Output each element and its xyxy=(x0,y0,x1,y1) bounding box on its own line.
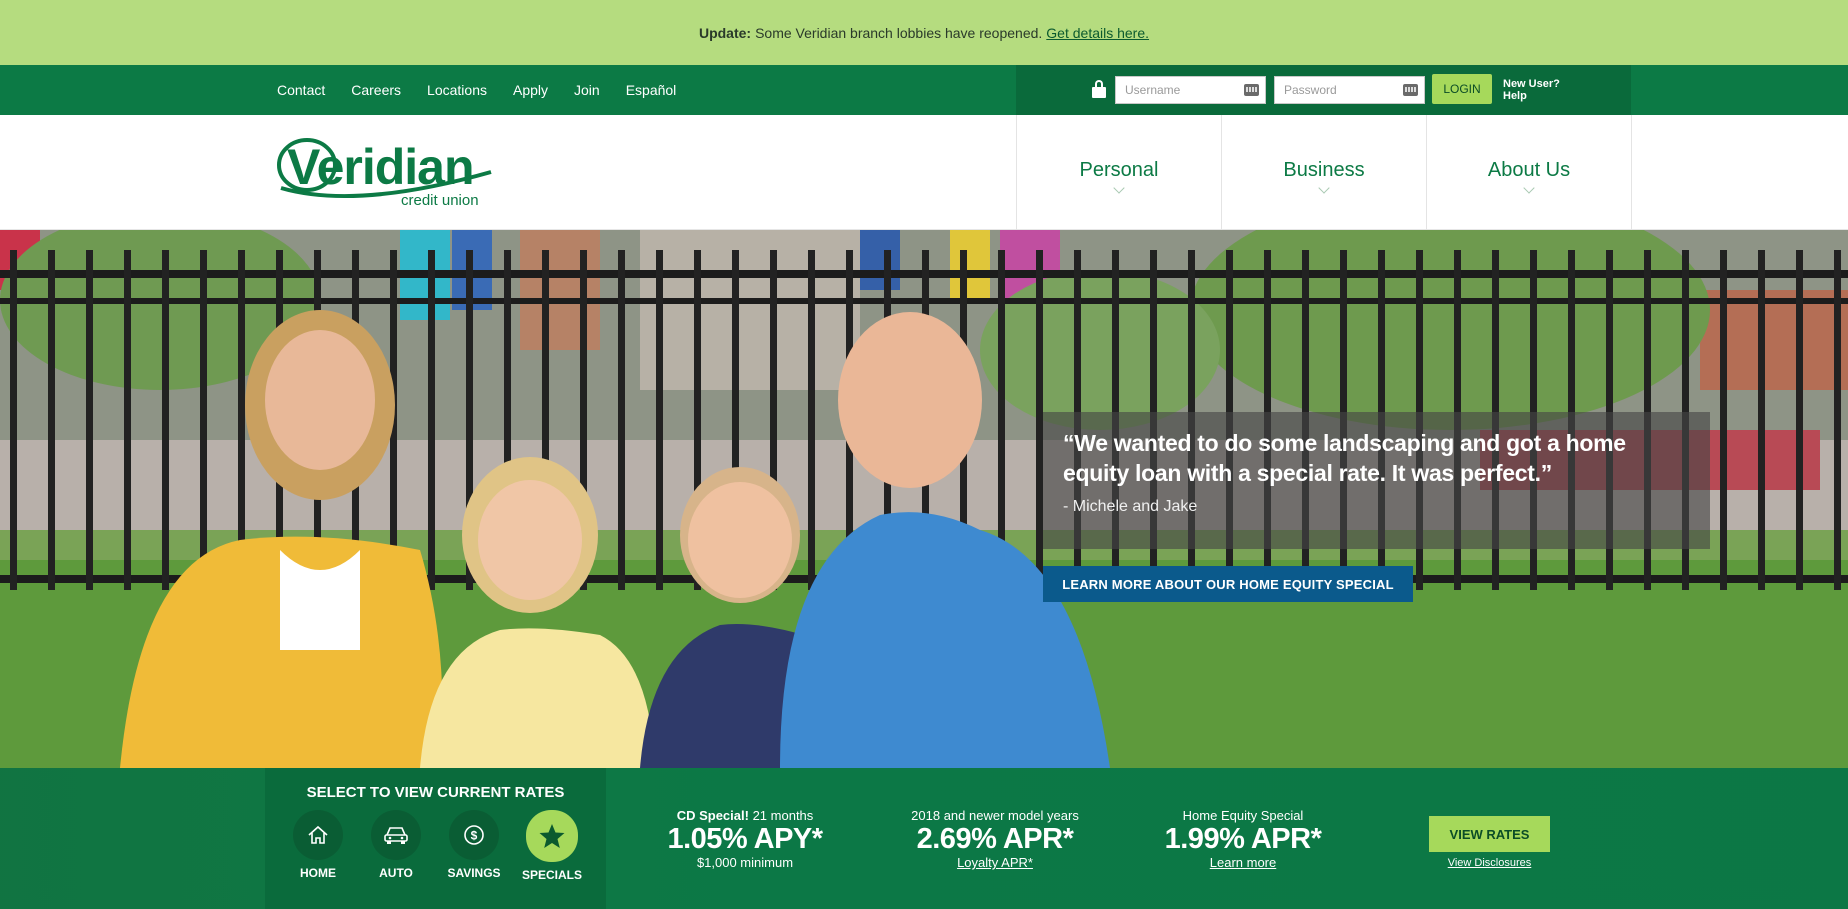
utility-link-careers[interactable]: Careers xyxy=(351,82,401,98)
nav-business-label: Business xyxy=(1283,159,1365,181)
chevron-down-icon xyxy=(1318,182,1330,194)
keyboard-icon[interactable] xyxy=(1403,84,1418,96)
rates-category-auto-label: AUTO xyxy=(379,866,413,880)
username-field-wrapper xyxy=(1115,76,1266,104)
utility-link-locations[interactable]: Locations xyxy=(427,82,487,98)
password-input[interactable] xyxy=(1275,77,1424,103)
site-header: Veridian credit union Personal Business … xyxy=(0,115,1848,230)
veridian-logo-mark: Veridian credit union xyxy=(277,138,492,209)
view-disclosures-link[interactable]: View Disclosures xyxy=(1429,857,1550,869)
testimonial-quote: “We wanted to do some landscaping and go… xyxy=(1063,430,1626,486)
veridian-logo[interactable]: Veridian credit union xyxy=(277,132,502,212)
rates-selector-title: SELECT TO VIEW CURRENT RATES xyxy=(306,784,565,801)
testimonial-attribution: - Michele and Jake xyxy=(1063,498,1198,515)
announcement-link[interactable]: Get details here. xyxy=(1046,25,1149,41)
utility-link-join[interactable]: Join xyxy=(574,82,600,98)
offer-cd-special: CD Special! 21 months 1.05% APY* $1,000 … xyxy=(655,808,835,870)
rates-category-specials-label: SPECIALS xyxy=(521,868,582,882)
offer-cd-rate: 1.05% APY* xyxy=(667,823,823,855)
hero-banner: “We wanted to do some landscaping and go… xyxy=(0,230,1848,768)
logo-tagline: credit union xyxy=(401,192,479,209)
loyalty-apr-link[interactable]: Loyalty APR* xyxy=(890,855,1100,870)
nav-personal[interactable]: Personal xyxy=(1017,115,1222,230)
offer-auto-rate: 2.69% APR* xyxy=(916,823,1074,855)
password-field-wrapper xyxy=(1274,76,1425,104)
lock-icon xyxy=(1092,80,1106,98)
new-user-link[interactable]: New User? xyxy=(1503,78,1560,90)
rates-bar: SELECT TO VIEW CURRENT RATES HOME AUTO $… xyxy=(0,768,1848,909)
home-equity-cta-button[interactable]: LEARN MORE ABOUT OUR HOME EQUITY SPECIAL xyxy=(1043,566,1413,602)
nav-about-us-label: About Us xyxy=(1487,159,1571,181)
dollar-icon: $ xyxy=(464,825,484,845)
offer-home-equity-top: Home Equity Special xyxy=(1182,808,1304,823)
home-icon xyxy=(308,825,328,844)
chevron-down-icon xyxy=(1523,182,1535,194)
main-nav: Personal Business About Us xyxy=(1016,115,1632,230)
offer-auto-top: 2018 and newer model years xyxy=(911,808,1079,823)
offer-auto-loan: 2018 and newer model years 2.69% APR* Lo… xyxy=(890,808,1100,870)
rates-category-home[interactable]: HOME xyxy=(287,810,349,880)
utility-link-apply[interactable]: Apply xyxy=(513,82,548,98)
view-rates-button[interactable]: VIEW RATES xyxy=(1429,816,1550,852)
offer-cd-top: CD Special! 21 months xyxy=(676,808,814,823)
rates-category-auto[interactable]: AUTO xyxy=(365,810,427,880)
announcement-text: Some Veridian branch lobbies have reopen… xyxy=(755,24,1043,41)
nav-business[interactable]: Business xyxy=(1222,115,1427,230)
offer-cd-minimum: $1,000 minimum xyxy=(696,855,794,870)
nav-personal-label: Personal xyxy=(1079,159,1159,181)
learn-more-link[interactable]: Learn more xyxy=(1148,855,1338,870)
announcement-bar: Update: Some Veridian branch lobbies hav… xyxy=(0,0,1848,65)
login-button[interactable]: LOGIN xyxy=(1432,74,1492,104)
car-icon xyxy=(384,827,408,844)
testimonial-box: “We wanted to do some landscaping and go… xyxy=(1043,412,1710,549)
rates-category-selector: SELECT TO VIEW CURRENT RATES HOME AUTO $… xyxy=(265,768,606,909)
logo-wordmark: Veridian xyxy=(287,139,474,195)
rates-category-savings[interactable]: $ SAVINGS xyxy=(443,810,505,880)
account-links: New User? Help xyxy=(1503,78,1560,102)
rates-category-specials[interactable]: SPECIALS xyxy=(521,810,583,882)
svg-text:$: $ xyxy=(471,829,478,843)
utility-link-espanol[interactable]: Español xyxy=(626,82,677,98)
star-icon xyxy=(539,824,565,848)
offer-home-equity: Home Equity Special 1.99% APR* Learn mor… xyxy=(1148,808,1338,870)
utility-link-contact[interactable]: Contact xyxy=(277,82,325,98)
rates-category-savings-label: SAVINGS xyxy=(447,866,501,880)
utility-bar: Contact Careers Locations Apply Join Esp… xyxy=(0,65,1848,115)
nav-about-us[interactable]: About Us xyxy=(1427,115,1632,230)
rates-category-home-label: HOME xyxy=(300,866,336,880)
utility-nav: Contact Careers Locations Apply Join Esp… xyxy=(277,65,702,115)
help-link[interactable]: Help xyxy=(1503,90,1560,102)
login-area: LOGIN New User? Help xyxy=(1016,65,1631,115)
keyboard-icon[interactable] xyxy=(1244,84,1259,96)
username-input[interactable] xyxy=(1116,77,1265,103)
offer-home-equity-rate: 1.99% APR* xyxy=(1164,823,1322,855)
chevron-down-icon xyxy=(1113,182,1125,194)
announcement-label: Update: xyxy=(698,24,752,41)
